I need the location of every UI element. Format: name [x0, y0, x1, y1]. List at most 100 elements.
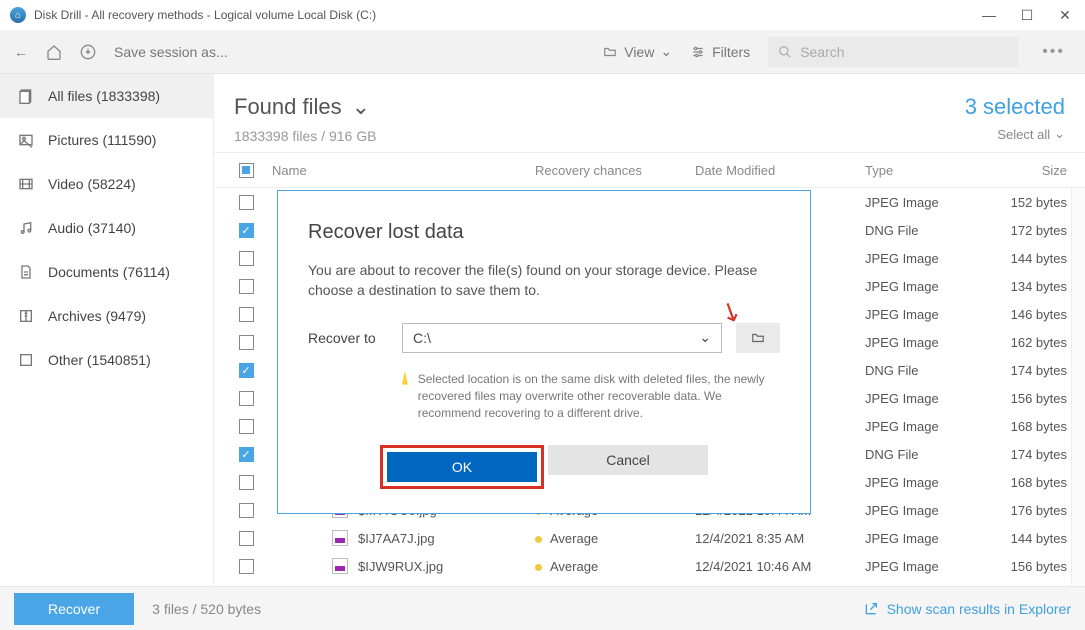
app-icon: ⌂	[10, 7, 26, 23]
size-cell: 134 bytes	[985, 279, 1085, 294]
files-icon	[18, 88, 34, 104]
type-cell: JPEG Image	[865, 335, 985, 350]
page-title[interactable]: Found files ⌄	[234, 94, 376, 120]
row-checkbox[interactable]	[239, 335, 254, 350]
browse-button[interactable]	[736, 323, 780, 353]
other-icon	[18, 352, 34, 368]
sidebar-item-documents[interactable]: Documents (76114)	[0, 250, 213, 294]
type-cell: DNG File	[865, 447, 985, 462]
sidebar-item-pictures[interactable]: Pictures (111590)	[0, 118, 213, 162]
sidebar-item-video[interactable]: Video (58224)	[0, 162, 213, 206]
row-checkbox[interactable]: ✓	[239, 447, 254, 462]
row-checkbox[interactable]: ✓	[239, 223, 254, 238]
row-checkbox[interactable]	[239, 251, 254, 266]
home-icon	[46, 44, 62, 60]
row-checkbox[interactable]	[239, 195, 254, 210]
header-checkbox[interactable]	[239, 163, 254, 178]
file-name: $IJW9RUX.jpg	[358, 559, 443, 574]
sidebar-item-audio[interactable]: Audio (37140)	[0, 206, 213, 250]
col-name[interactable]: Name	[264, 163, 535, 178]
scrollbar[interactable]	[1071, 188, 1085, 586]
ok-button[interactable]: OK	[387, 452, 537, 482]
more-menu[interactable]: •••	[1036, 43, 1071, 61]
type-cell: JPEG Image	[865, 559, 985, 574]
warning-text: Selected location is on the same disk wi…	[402, 371, 780, 423]
col-size[interactable]: Size	[985, 163, 1085, 178]
row-checkbox[interactable]	[239, 475, 254, 490]
row-checkbox[interactable]	[239, 503, 254, 518]
selected-count: 3 selected	[965, 94, 1065, 120]
filters-button[interactable]: Filters	[690, 44, 750, 60]
dialog-body: You are about to recover the file(s) fou…	[308, 260, 780, 301]
destination-dropdown[interactable]: C:\ ⌄	[402, 323, 722, 353]
destination-path: C:\	[413, 330, 431, 346]
filters-label: Filters	[712, 44, 750, 60]
sidebar-item-all[interactable]: All files (1833398)	[0, 74, 213, 118]
row-checkbox[interactable]	[239, 307, 254, 322]
row-checkbox[interactable]	[239, 559, 254, 574]
row-checkbox[interactable]	[239, 419, 254, 434]
row-checkbox[interactable]	[239, 279, 254, 294]
recover-dialog: Recover lost data You are about to recov…	[277, 190, 811, 514]
search-placeholder: Search	[800, 44, 844, 60]
size-cell: 152 bytes	[985, 195, 1085, 210]
size-cell: 144 bytes	[985, 531, 1085, 546]
view-label: View	[624, 44, 654, 60]
search-icon	[778, 45, 792, 59]
size-cell: 172 bytes	[985, 223, 1085, 238]
type-cell: JPEG Image	[865, 251, 985, 266]
cancel-button[interactable]: Cancel	[548, 445, 708, 475]
size-cell: 174 bytes	[985, 363, 1085, 378]
minimize-button[interactable]: —	[979, 7, 999, 24]
sidebar-item-label: All files (1833398)	[48, 88, 160, 104]
search-input[interactable]: Search	[768, 37, 1018, 67]
document-icon	[18, 264, 34, 280]
show-in-explorer-link[interactable]: Show scan results in Explorer	[863, 601, 1071, 617]
size-cell: 162 bytes	[985, 335, 1085, 350]
row-checkbox[interactable]	[239, 391, 254, 406]
sidebar-item-archives[interactable]: Archives (9479)	[0, 294, 213, 338]
video-icon	[18, 176, 34, 192]
save-session-button[interactable]: Save session as...	[114, 44, 228, 60]
back-button[interactable]: ←	[14, 44, 28, 60]
footer-info: 3 files / 520 bytes	[152, 601, 261, 617]
download-button[interactable]	[80, 44, 96, 60]
table-row[interactable]: $IJ7AA7J.jpgAverage12/4/2021 8:35 AMJPEG…	[214, 524, 1085, 552]
table-row[interactable]: $IJW9RUX.jpgAverage12/4/2021 10:46 AMJPE…	[214, 552, 1085, 580]
external-icon	[863, 601, 879, 617]
type-cell: JPEG Image	[865, 419, 985, 434]
col-recovery[interactable]: Recovery chances	[535, 163, 695, 178]
recover-to-label: Recover to	[308, 330, 388, 346]
view-dropdown[interactable]: View ⌄	[602, 43, 672, 60]
row-checkbox[interactable]	[239, 531, 254, 546]
titlebar: ⌂ Disk Drill - All recovery methods - Lo…	[0, 0, 1085, 30]
type-cell: JPEG Image	[865, 503, 985, 518]
close-button[interactable]: ✕	[1055, 7, 1075, 24]
col-date[interactable]: Date Modified	[695, 163, 865, 178]
type-cell: DNG File	[865, 223, 985, 238]
sidebar-item-other[interactable]: Other (1540851)	[0, 338, 213, 382]
picture-icon	[18, 132, 34, 148]
window-title: Disk Drill - All recovery methods - Logi…	[34, 8, 979, 22]
sidebar-item-label: Documents (76114)	[48, 264, 170, 280]
col-type[interactable]: Type	[865, 163, 985, 178]
table-header: Name Recovery chances Date Modified Type…	[214, 152, 1085, 188]
recover-button[interactable]: Recover	[14, 593, 134, 625]
size-cell: 156 bytes	[985, 559, 1085, 574]
home-button[interactable]	[46, 44, 62, 60]
type-cell: JPEG Image	[865, 391, 985, 406]
type-cell: JPEG Image	[865, 531, 985, 546]
type-cell: JPEG Image	[865, 307, 985, 322]
row-checkbox[interactable]: ✓	[239, 363, 254, 378]
audio-icon	[18, 220, 34, 236]
maximize-button[interactable]: ☐	[1017, 7, 1037, 24]
sidebar-item-label: Pictures (111590)	[48, 132, 156, 148]
status-dot	[535, 536, 542, 543]
toolbar: ← Save session as... View ⌄ Filters Sear…	[0, 30, 1085, 74]
ok-highlight: OK	[380, 445, 544, 489]
file-name: $IJ7AA7J.jpg	[358, 531, 435, 546]
select-all-link[interactable]: Select all⌄	[965, 126, 1065, 142]
folder-icon	[602, 45, 618, 59]
type-cell: JPEG Image	[865, 195, 985, 210]
type-cell: DNG File	[865, 363, 985, 378]
